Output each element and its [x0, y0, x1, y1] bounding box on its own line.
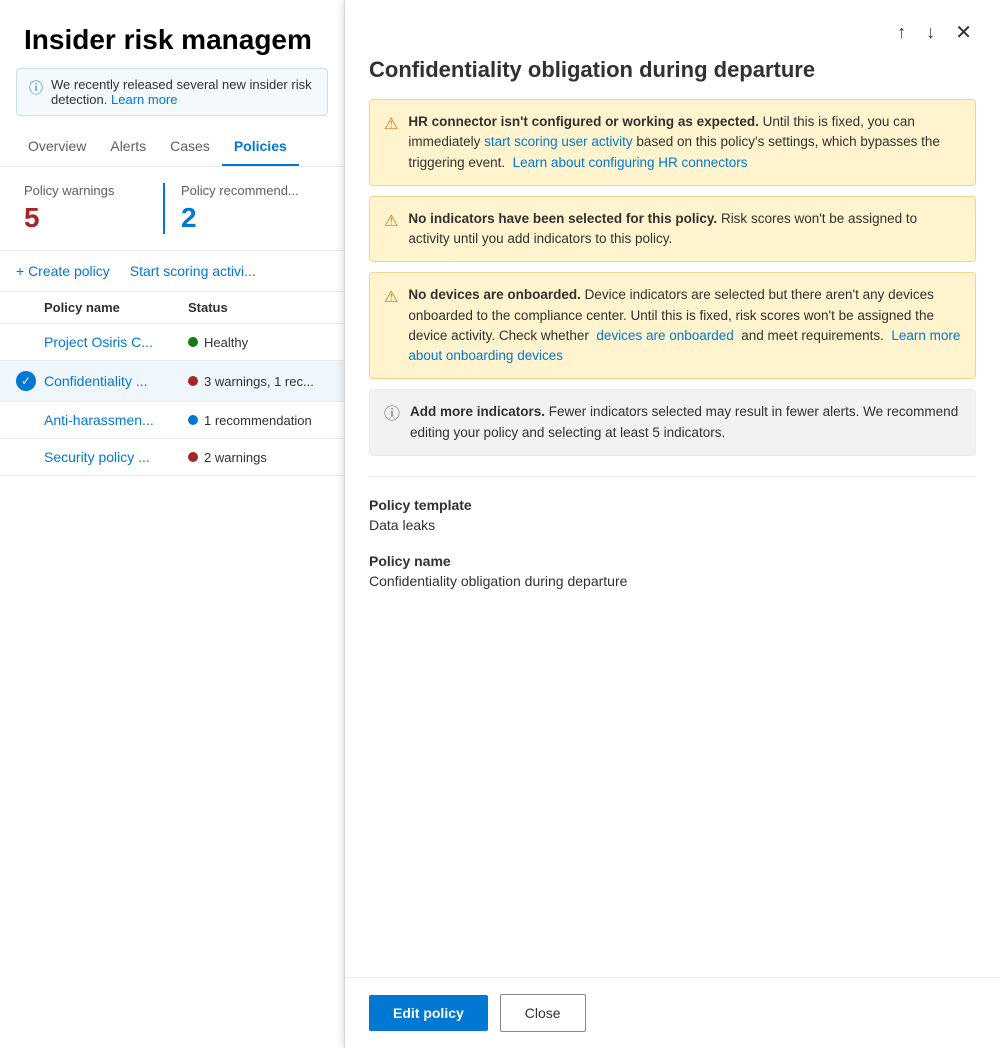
policy-name-cell: Security policy ... — [44, 449, 188, 465]
warnings-value: 5 — [24, 202, 143, 234]
page-title: Insider risk managem — [0, 0, 344, 68]
flyout-header: ↑ ↓ ✕ — [345, 0, 1000, 49]
policy-status-cell: Healthy — [188, 335, 328, 350]
policy-template-value: Data leaks — [369, 517, 976, 533]
flyout-panel: ↑ ↓ ✕ Confidentiality obligation during … — [345, 0, 1000, 1048]
col-policy-name: Policy name — [16, 300, 188, 315]
policy-name-section: Policy name Confidentiality obligation d… — [369, 553, 976, 589]
status-dot — [188, 452, 198, 462]
start-scoring-link[interactable]: start scoring user activity — [484, 134, 633, 149]
devices-onboarded-link[interactable]: devices are onboarded — [596, 328, 733, 343]
alert-add-indicators-bold: Add more indicators. — [410, 404, 545, 419]
policy-name-cell: Confidentiality ... — [44, 373, 188, 389]
warnings-label: Policy warnings — [24, 183, 143, 198]
policy-name-label: Policy name — [369, 553, 976, 569]
action-bar: + Create policy Start scoring activi... — [0, 251, 344, 292]
status-text: 1 recommendation — [204, 413, 312, 428]
stats-row: Policy warnings 5 Policy recommend... 2 — [0, 167, 344, 251]
policy-list: Project Osiris C... Healthy ✓ Confidentiali… — [0, 324, 344, 476]
status-text: 3 warnings, 1 rec... — [204, 374, 314, 389]
warning-icon-2: ⚠ — [384, 210, 398, 234]
alert-hr-bold: HR connector isn't configured or working… — [408, 114, 759, 129]
alert-no-devices-text: No devices are onboarded. Device indicat… — [408, 285, 961, 366]
info-banner: ⓘ We recently released several new insid… — [16, 68, 328, 116]
col-status: Status — [188, 300, 328, 315]
alert-add-indicators: ⓘ Add more indicators. Fewer indicators … — [369, 389, 976, 456]
section-divider — [369, 476, 976, 477]
tab-cases[interactable]: Cases — [158, 128, 222, 166]
alert-hr-connector-text: HR connector isn't configured or working… — [408, 112, 961, 173]
flyout-body: ⚠ HR connector isn't configured or worki… — [345, 99, 1000, 977]
policy-row[interactable]: ✓ Confidentiality ... 3 warnings, 1 rec... — [0, 361, 344, 402]
status-dot — [188, 415, 198, 425]
tab-overview[interactable]: Overview — [16, 128, 98, 166]
policy-status-cell: 3 warnings, 1 rec... — [188, 374, 328, 389]
alert-no-indicators-text: No indicators have been selected for thi… — [408, 209, 961, 250]
flyout-title: Confidentiality obligation during depart… — [345, 49, 1000, 99]
policy-name-cell: Project Osiris C... — [44, 334, 188, 350]
flyout-footer: Edit policy Close — [345, 977, 1000, 1048]
policy-check-icon: ✓ — [16, 371, 36, 391]
status-dot — [188, 376, 198, 386]
alert-no-devices: ⚠ No devices are onboarded. Device indic… — [369, 272, 976, 379]
policy-warnings-stat: Policy warnings 5 — [24, 183, 163, 234]
nav-tabs: Overview Alerts Cases Policies — [0, 128, 344, 167]
policy-row[interactable]: Anti-harassmen... 1 recommendation — [0, 402, 344, 439]
recommendations-value: 2 — [181, 202, 300, 234]
info-icon: ⓘ — [29, 78, 43, 98]
alert-no-indicators-bold: No indicators have been selected for thi… — [408, 211, 717, 226]
warning-icon-3: ⚠ — [384, 286, 398, 310]
flyout-next-button[interactable]: ↓ — [922, 18, 939, 47]
flyout-close-icon-button[interactable]: ✕ — [951, 16, 976, 49]
policy-status-cell: 1 recommendation — [188, 413, 328, 428]
start-scoring-button[interactable]: Start scoring activi... — [130, 263, 256, 279]
warning-icon-1: ⚠ — [384, 113, 398, 137]
info-icon-alert: ⓘ — [384, 403, 400, 427]
status-dot — [188, 337, 198, 347]
table-header: Policy name Status — [0, 292, 344, 324]
learn-more-link[interactable]: Learn more — [111, 92, 177, 107]
recommendations-label: Policy recommend... — [181, 183, 300, 198]
policy-template-section: Policy template Data leaks — [369, 497, 976, 533]
flyout-nav: ↑ ↓ ✕ — [893, 16, 976, 49]
policy-status-cell: 2 warnings — [188, 450, 328, 465]
learn-hr-connectors-link[interactable]: Learn about configuring HR connectors — [513, 155, 748, 170]
policy-template-label: Policy template — [369, 497, 976, 513]
tab-policies[interactable]: Policies — [222, 128, 299, 166]
create-policy-button[interactable]: + Create policy — [16, 263, 110, 279]
tab-alerts[interactable]: Alerts — [98, 128, 158, 166]
alert-hr-connector: ⚠ HR connector isn't configured or worki… — [369, 99, 976, 186]
policy-recommendations-stat: Policy recommend... 2 — [163, 183, 320, 234]
close-button[interactable]: Close — [500, 994, 586, 1032]
policy-name-cell: Anti-harassmen... — [44, 412, 188, 428]
policy-row[interactable]: Project Osiris C... Healthy — [0, 324, 344, 361]
status-text: Healthy — [204, 335, 248, 350]
alert-add-indicators-text: Add more indicators. Fewer indicators se… — [410, 402, 961, 443]
info-banner-text: We recently released several new insider… — [51, 77, 315, 107]
left-panel: Insider risk managem ⓘ We recently relea… — [0, 0, 345, 1048]
edit-policy-button[interactable]: Edit policy — [369, 995, 488, 1031]
alert-no-indicators: ⚠ No indicators have been selected for t… — [369, 196, 976, 263]
flyout-prev-button[interactable]: ↑ — [893, 18, 910, 47]
alert-no-devices-bold: No devices are onboarded. — [408, 287, 581, 302]
status-text: 2 warnings — [204, 450, 267, 465]
policy-row[interactable]: Security policy ... 2 warnings — [0, 439, 344, 476]
policy-name-value: Confidentiality obligation during depart… — [369, 573, 976, 589]
policy-row-icon: ✓ — [16, 371, 44, 391]
